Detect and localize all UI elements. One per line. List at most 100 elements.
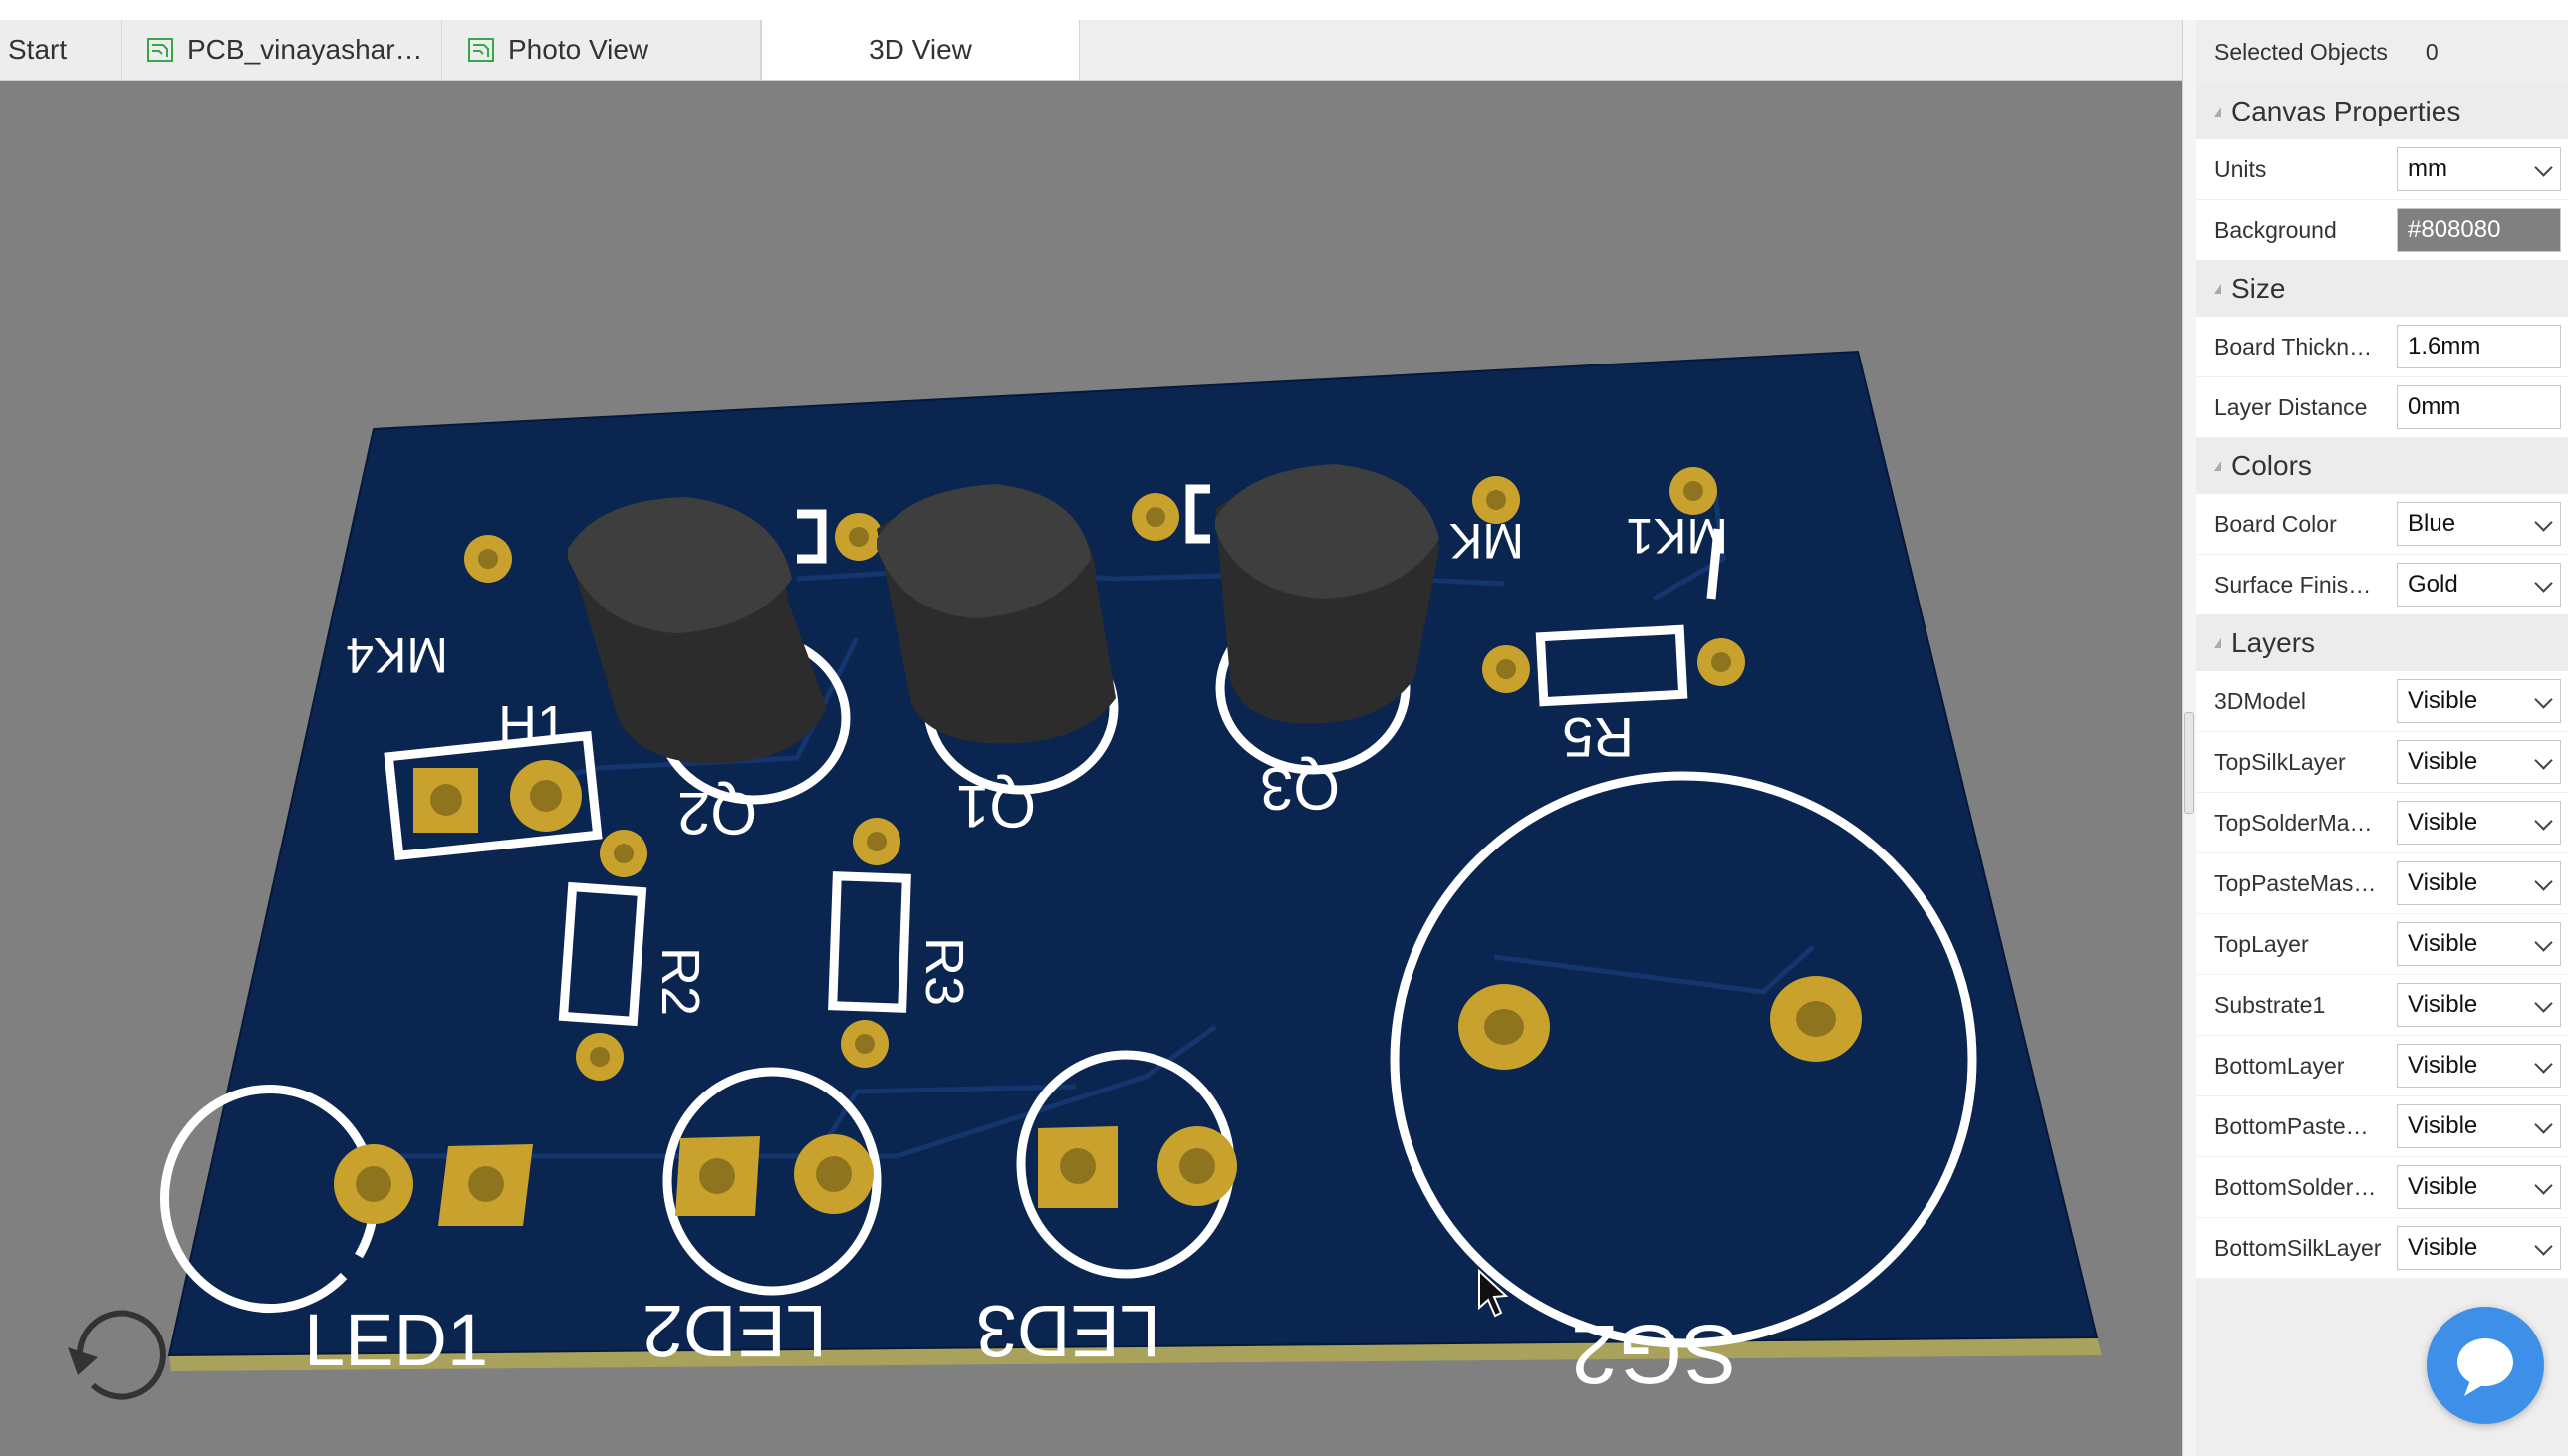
layer-row: TopPasteMas… Visible — [2196, 853, 2568, 914]
board-color-select[interactable]: Blue — [2397, 502, 2561, 546]
prop-label: Board Thickn… — [2214, 333, 2373, 360]
silk-label-mk: MK — [1449, 513, 1524, 569]
silk-label-q3: Q3 — [1260, 755, 1340, 822]
layer-label: 3DModel — [2214, 687, 2307, 714]
chevron-down-icon — [2534, 812, 2553, 831]
layer-row: BottomPaste… Visible — [2196, 1096, 2568, 1157]
layer-row: TopSilkLayer Visible — [2196, 732, 2568, 793]
tab-photo-view[interactable]: Photo View — [442, 20, 761, 80]
section-title: Layers — [2231, 627, 2316, 658]
background-color-input[interactable]: #808080 — [2397, 208, 2561, 252]
tab-bar: Start PCB_vinayashar… Photo View 3D View — [0, 20, 2182, 81]
prop-background: Background #808080 — [2196, 200, 2568, 261]
layer-row: TopSolderMa… Visible — [2196, 793, 2568, 853]
units-select[interactable]: mm — [2397, 147, 2561, 191]
silk-label-r5: R5 — [1562, 706, 1634, 769]
tab-start[interactable]: Start — [0, 20, 122, 80]
board-thickness-input[interactable]: 1.6mm — [2397, 325, 2561, 368]
chevron-down-icon — [2534, 513, 2553, 532]
chevron-down-icon — [2534, 1176, 2553, 1195]
layer-visibility-select[interactable]: Visible — [2397, 801, 2561, 845]
chevron-down-icon — [2534, 872, 2553, 891]
silk-label-led3: LED3 — [976, 1290, 1160, 1372]
chat-bubble-icon — [2457, 1338, 2513, 1396]
tab-pcb-document-label: PCB_vinayashar… — [187, 34, 423, 65]
silk-label-r3: R3 — [914, 937, 974, 1006]
layer-label: TopSilkLayer — [2214, 748, 2346, 775]
silk-label-h1: H1 — [498, 695, 567, 755]
prop-layer-distance: Layer Distance 0mm — [2196, 377, 2568, 438]
layer-visibility-select[interactable]: Visible — [2397, 740, 2561, 784]
section-size[interactable]: Size — [2196, 261, 2568, 317]
layer-visibility-select[interactable]: Visible — [2397, 922, 2561, 966]
section-colors[interactable]: Colors — [2196, 438, 2568, 494]
section-layers[interactable]: Layers — [2196, 615, 2568, 671]
reset-view-icon[interactable] — [68, 1310, 166, 1400]
tab-start-label: Start — [8, 34, 68, 65]
selected-objects-row: Selected Objects 0 — [2196, 20, 2568, 84]
pcb-doc-icon — [147, 38, 173, 62]
collapse-triangle-icon[interactable] — [2214, 461, 2221, 471]
3d-view-canvas[interactable]: MK4 MK MK1 H1 Q2 Q1 Q3 R5 R2 R3 LED1 LED… — [0, 81, 2182, 1456]
layer-visibility-select[interactable]: Visible — [2397, 1044, 2561, 1088]
transistor-bodies[interactable] — [568, 464, 1439, 764]
layer-row: Substrate1 Visible — [2196, 975, 2568, 1036]
window-top-strip — [0, 0, 2568, 21]
prop-surface-finish: Surface Finis… Gold — [2196, 555, 2568, 615]
chevron-down-icon — [2534, 994, 2553, 1013]
layer-label: TopPasteMas… — [2214, 869, 2377, 896]
selected-objects-count: 0 — [2425, 38, 2439, 65]
layer-visibility-select[interactable]: Visible — [2397, 679, 2561, 723]
chat-button[interactable] — [2427, 1307, 2544, 1424]
pcb-3d-render[interactable]: MK4 MK MK1 H1 Q2 Q1 Q3 R5 R2 R3 LED1 LED… — [0, 81, 2182, 1456]
splitter-grip[interactable] — [2184, 712, 2194, 814]
panel-splitter[interactable] — [2182, 20, 2197, 1456]
prop-label: Layer Distance — [2214, 393, 2368, 420]
section-canvas-properties[interactable]: Canvas Properties — [2196, 84, 2568, 139]
silk-label-mk4: MK4 — [346, 627, 448, 683]
tab-3d-view[interactable]: 3D View — [761, 20, 1080, 80]
chevron-down-icon — [2534, 574, 2553, 593]
tab-pcb-document[interactable]: PCB_vinayashar… — [122, 20, 442, 80]
surface-finish-select[interactable]: Gold — [2397, 563, 2561, 607]
layer-visibility-select[interactable]: Visible — [2397, 983, 2561, 1027]
chevron-down-icon — [2534, 1055, 2553, 1074]
layer-row: TopLayer Visible — [2196, 914, 2568, 975]
collapse-triangle-icon[interactable] — [2214, 284, 2221, 294]
tab-photo-view-label: Photo View — [508, 34, 649, 65]
prop-label: Board Color — [2214, 510, 2337, 537]
layer-visibility-select[interactable]: Visible — [2397, 861, 2561, 905]
layer-label: BottomLayer — [2214, 1052, 2345, 1079]
chevron-down-icon — [2534, 690, 2553, 709]
prop-label: Surface Finis… — [2214, 571, 2372, 598]
tab-3d-view-label: 3D View — [869, 34, 972, 65]
prop-board-thickness: Board Thickn… 1.6mm — [2196, 317, 2568, 377]
layer-visibility-select[interactable]: Visible — [2397, 1165, 2561, 1209]
layer-row: BottomLayer Visible — [2196, 1036, 2568, 1096]
collapse-triangle-icon[interactable] — [2214, 638, 2221, 648]
chevron-down-icon — [2534, 933, 2553, 952]
layer-row: 3DModel Visible — [2196, 671, 2568, 732]
selected-objects-label: Selected Objects — [2214, 38, 2388, 65]
prop-label: Background — [2214, 216, 2337, 243]
chevron-down-icon — [2534, 1237, 2553, 1256]
silk-label-r2: R2 — [650, 947, 710, 1016]
layer-label: Substrate1 — [2214, 991, 2326, 1018]
silk-label-mk1: MK1 — [1626, 508, 1728, 564]
prop-label: Units — [2214, 155, 2267, 182]
properties-panel: Selected Objects 0 Canvas Properties Uni… — [2196, 20, 2568, 1456]
layer-label: TopSolderMa… — [2214, 809, 2373, 836]
silk-label-led2: LED2 — [642, 1290, 827, 1372]
layer-visibility-select[interactable]: Visible — [2397, 1226, 2561, 1270]
silk-label-led1: LED1 — [304, 1299, 488, 1381]
collapse-triangle-icon[interactable] — [2214, 107, 2221, 117]
layer-label: TopLayer — [2214, 930, 2309, 957]
section-title: Canvas Properties — [2231, 96, 2461, 126]
layer-label: BottomSolder… — [2214, 1173, 2377, 1200]
silk-label-sg2: SG2 — [1571, 1308, 1738, 1401]
layer-label: BottomPaste… — [2214, 1112, 2369, 1139]
chevron-down-icon — [2534, 751, 2553, 770]
layer-distance-input[interactable]: 0mm — [2397, 385, 2561, 429]
layer-visibility-select[interactable]: Visible — [2397, 1104, 2561, 1148]
layer-row: BottomSolder… Visible — [2196, 1157, 2568, 1218]
